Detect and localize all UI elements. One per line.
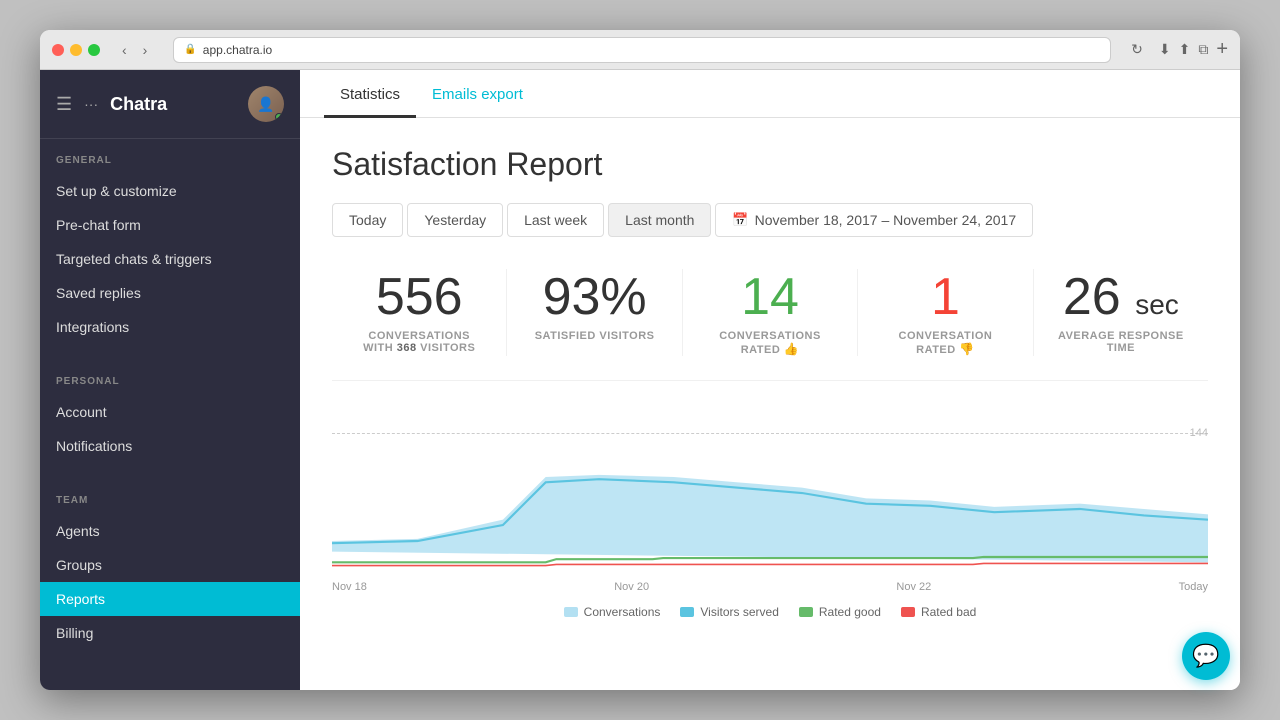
traffic-lights bbox=[52, 44, 100, 56]
app-container: ☰ ··· Chatra 👤 GENERAL Set up & customiz… bbox=[40, 70, 1240, 690]
filter-yesterday[interactable]: Yesterday bbox=[407, 203, 503, 237]
sidebar-item-notifications[interactable]: Notifications bbox=[40, 429, 300, 463]
stat-rated-bad: 1 CONVERSATIONRATED 👎 bbox=[858, 269, 1033, 356]
nav-buttons: ‹ › bbox=[116, 40, 153, 60]
sidebar-section-team: TEAM Agents Groups Reports Billing bbox=[40, 479, 300, 666]
hamburger-icon[interactable]: ☰ bbox=[56, 94, 72, 115]
legend-label-rated-good: Rated good bbox=[819, 605, 881, 619]
legend-dot-visitors bbox=[680, 607, 694, 617]
brand-name: Chatra bbox=[110, 94, 236, 115]
sidebar-section-general: GENERAL Set up & customize Pre-chat form… bbox=[40, 139, 300, 360]
legend-visitors: Visitors served bbox=[680, 605, 778, 619]
sidebar-item-targeted[interactable]: Targeted chats & triggers bbox=[40, 242, 300, 276]
sidebar-header: ☰ ··· Chatra 👤 bbox=[40, 70, 300, 139]
chat-fab[interactable]: 💬 bbox=[1182, 632, 1230, 680]
legend-label-conversations: Conversations bbox=[584, 605, 661, 619]
maximize-button[interactable] bbox=[88, 44, 100, 56]
avatar[interactable]: 👤 bbox=[248, 86, 284, 122]
stat-rated-bad-number: 1 bbox=[874, 269, 1016, 326]
tab-statistics[interactable]: Statistics bbox=[324, 70, 416, 118]
sidebar-item-reports[interactable]: Reports bbox=[40, 582, 300, 616]
lock-icon: 🔒 bbox=[184, 44, 196, 55]
x-label-nov18: Nov 18 bbox=[332, 581, 367, 593]
forward-button[interactable]: › bbox=[137, 40, 154, 60]
brand-dots: ··· bbox=[84, 96, 98, 112]
stat-rated-good-label: CONVERSATIONSRATED 👍 bbox=[699, 330, 841, 356]
minimize-button[interactable] bbox=[70, 44, 82, 56]
sidebar-section-personal: PERSONAL Account Notifications bbox=[40, 360, 300, 479]
filter-bar: Today Yesterday Last week Last month 📅 N… bbox=[332, 203, 1208, 237]
chart-legend: Conversations Visitors served Rated good… bbox=[332, 605, 1208, 619]
sidebar-item-groups[interactable]: Groups bbox=[40, 548, 300, 582]
filter-last-week[interactable]: Last week bbox=[507, 203, 604, 237]
tabs-bar: Statistics Emails export bbox=[300, 70, 1240, 118]
sidebar-item-billing[interactable]: Billing bbox=[40, 616, 300, 650]
back-button[interactable]: ‹ bbox=[116, 40, 133, 60]
sidebar-item-agents[interactable]: Agents bbox=[40, 514, 300, 548]
date-range-picker[interactable]: 📅 November 18, 2017 – November 24, 2017 bbox=[715, 203, 1033, 237]
stat-response-time: 26 sec AVERAGE RESPONSETIME bbox=[1034, 269, 1208, 356]
download-button[interactable]: ⬇ bbox=[1159, 41, 1171, 58]
sidebar-item-prechat[interactable]: Pre-chat form bbox=[40, 208, 300, 242]
sidebar-item-saved[interactable]: Saved replies bbox=[40, 276, 300, 310]
sidebar-section-apps: Get apps bbox=[40, 666, 300, 690]
pip-button[interactable]: ⧉ bbox=[1198, 41, 1208, 58]
legend-conversations: Conversations bbox=[564, 605, 661, 619]
legend-dot-rated-good bbox=[799, 607, 813, 617]
stats-grid: 556 CONVERSATIONSWITH 368 VISITORS 93% S… bbox=[332, 269, 1208, 381]
legend-rated-bad: Rated bad bbox=[901, 605, 976, 619]
chart-svg bbox=[332, 413, 1208, 573]
browser-actions: ⬇ ⬆ ⧉ bbox=[1159, 41, 1208, 58]
x-label-nov22: Nov 22 bbox=[896, 581, 931, 593]
tab-emails-export[interactable]: Emails export bbox=[416, 70, 539, 118]
filter-today[interactable]: Today bbox=[332, 203, 403, 237]
content-area: Satisfaction Report Today Yesterday Last… bbox=[300, 118, 1240, 690]
stat-response-time-label: AVERAGE RESPONSETIME bbox=[1050, 330, 1192, 354]
main-content: Statistics Emails export Satisfaction Re… bbox=[300, 70, 1240, 690]
legend-label-visitors: Visitors served bbox=[700, 605, 778, 619]
x-label-today: Today bbox=[1179, 581, 1208, 593]
chart-container: 144 bbox=[332, 413, 1208, 573]
stat-rated-good: 14 CONVERSATIONSRATED 👍 bbox=[683, 269, 858, 356]
calendar-icon: 📅 bbox=[732, 212, 748, 228]
sidebar-item-getapps[interactable]: Get apps bbox=[40, 682, 300, 690]
date-range-label: November 18, 2017 – November 24, 2017 bbox=[755, 212, 1017, 228]
chart-dashed-line bbox=[332, 433, 1208, 434]
chart-dashed-label: 144 bbox=[1190, 427, 1208, 439]
sidebar-item-setup[interactable]: Set up & customize bbox=[40, 174, 300, 208]
online-indicator bbox=[275, 113, 283, 121]
share-button[interactable]: ⬆ bbox=[1179, 41, 1191, 58]
stat-rated-good-number: 14 bbox=[699, 269, 841, 326]
stat-rated-bad-label: CONVERSATIONRATED 👎 bbox=[874, 330, 1016, 356]
sidebar: ☰ ··· Chatra 👤 GENERAL Set up & customiz… bbox=[40, 70, 300, 690]
section-label-personal: PERSONAL bbox=[40, 376, 300, 395]
stat-satisfied: 93% SATISFIED VISITORS bbox=[507, 269, 682, 356]
section-label-general: GENERAL bbox=[40, 155, 300, 174]
page-title: Satisfaction Report bbox=[332, 146, 1208, 183]
stat-conversations-number: 556 bbox=[348, 269, 490, 326]
legend-dot-rated-bad bbox=[901, 607, 915, 617]
section-label-team: TEAM bbox=[40, 495, 300, 514]
sidebar-item-integrations[interactable]: Integrations bbox=[40, 310, 300, 344]
stat-conversations: 556 CONVERSATIONSWITH 368 VISITORS bbox=[332, 269, 507, 356]
legend-dot-conversations bbox=[564, 607, 578, 617]
address-bar[interactable]: 🔒 app.chatra.io bbox=[173, 37, 1111, 63]
stat-satisfied-number: 93% bbox=[523, 269, 665, 326]
filter-last-month[interactable]: Last month bbox=[608, 203, 711, 237]
browser-titlebar: ‹ › 🔒 app.chatra.io ↻ ⬇ ⬆ ⧉ + bbox=[40, 30, 1240, 70]
legend-rated-good: Rated good bbox=[799, 605, 881, 619]
close-button[interactable] bbox=[52, 44, 64, 56]
legend-label-rated-bad: Rated bad bbox=[921, 605, 976, 619]
chart-x-labels: Nov 18 Nov 20 Nov 22 Today bbox=[332, 581, 1208, 593]
sidebar-item-account[interactable]: Account bbox=[40, 395, 300, 429]
x-label-nov20: Nov 20 bbox=[614, 581, 649, 593]
reload-button[interactable]: ↻ bbox=[1131, 41, 1143, 58]
stat-response-time-number: 26 sec bbox=[1050, 269, 1192, 326]
new-tab-button[interactable]: + bbox=[1216, 38, 1228, 61]
stat-satisfied-label: SATISFIED VISITORS bbox=[523, 330, 665, 342]
stat-conversations-label: CONVERSATIONSWITH 368 VISITORS bbox=[348, 330, 490, 354]
url-text: app.chatra.io bbox=[203, 43, 272, 57]
